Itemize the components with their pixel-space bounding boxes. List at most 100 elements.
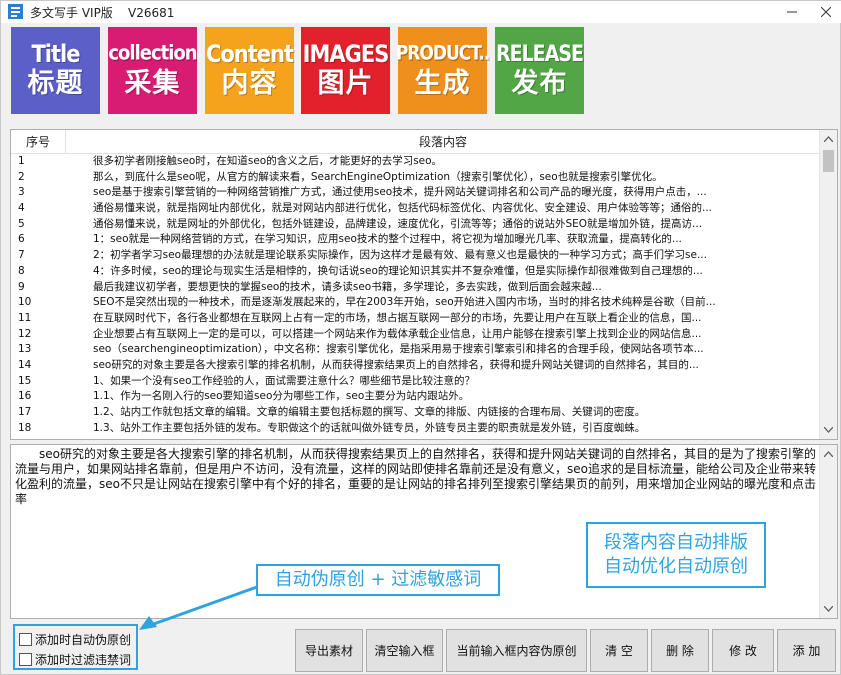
table-row[interactable]: 8 4：许多时候，seo的理论与现实生活是相悖的，换句话说seo的理论知识其实并不… bbox=[11, 264, 820, 280]
table-row[interactable]: 17 1.2、站内工作就包括文章的编辑。文章的编辑主要包括标题的撰写、文章的排版、… bbox=[11, 405, 820, 421]
delete-button[interactable]: 删 除 bbox=[651, 629, 709, 672]
tile-images[interactable]: IMAGES 图片 bbox=[301, 27, 390, 114]
filter-words-label: 添加时过滤违禁词 bbox=[35, 653, 132, 667]
tile-title-en: Title bbox=[31, 39, 80, 68]
tile-content-zh: 内容 bbox=[221, 67, 278, 99]
row-number: 13 bbox=[18, 343, 32, 356]
table-row[interactable]: 12 企业想要占有互联网上一定的是可以，可以搭建一个网站来作为载体承载企业信息，让… bbox=[11, 327, 820, 343]
row-content: 4：许多时候，seo的理论与现实生活是相悖的，换句话说seo的理论知识其实并不复… bbox=[93, 264, 703, 277]
add-options-group: 添加时自动伪原创 添加时过滤违禁词 bbox=[13, 624, 138, 670]
row-content: 那么，到底什么是seo呢，从官方的解读来看，SearchEngineOptimi… bbox=[93, 170, 663, 183]
row-number: 11 bbox=[18, 311, 32, 324]
chevron-up-icon bbox=[824, 450, 833, 457]
row-content: 很多初学者刚接触seo时，在知道seo的含义之后，才能更好的去学习seo。 bbox=[93, 155, 443, 167]
scroll-up-arrow[interactable] bbox=[820, 130, 837, 147]
table-row[interactable]: 6 1：seo就是一种网络营销的方式，在学习知识，应用seo技术的整个过程中，将它… bbox=[11, 232, 820, 248]
row-content: SEO不是突然出现的一种技术，而是逐渐发展起来的，早在2003年开始，seo开始… bbox=[93, 296, 716, 309]
row-content: 通俗易懂来说，就是指网址内部优化，就是对网站内部进行优化，包括代码标签优化、内容… bbox=[93, 202, 713, 215]
tile-collection[interactable]: collection 采集 bbox=[108, 27, 198, 114]
close-icon bbox=[821, 7, 831, 17]
table-row[interactable]: 11 在互联网时代下，各行各业都想在互联网上占有一定的市场，想占据互联网一部分的市… bbox=[11, 311, 820, 327]
minimize-icon bbox=[787, 11, 797, 13]
tile-collection-zh: 采集 bbox=[124, 67, 181, 99]
tile-release-en: RELEASE bbox=[495, 40, 584, 67]
tile-images-zh: 图片 bbox=[317, 67, 374, 99]
tile-collection-en: collection bbox=[108, 40, 197, 65]
table-row[interactable]: 3 seo是基于搜索引擎营销的一种网络营销推广方式，通过使用seo技术，提升网站关… bbox=[11, 185, 820, 201]
tile-product[interactable]: PRODUCT.. 生成 bbox=[395, 27, 490, 114]
editor-scroll-down-arrow[interactable] bbox=[820, 600, 837, 617]
column-header-number[interactable]: 序号 bbox=[11, 130, 66, 154]
tile-content[interactable]: Content 内容 bbox=[205, 27, 294, 114]
auto-pseudo-checkbox[interactable]: 添加时自动伪原创 bbox=[19, 631, 131, 648]
table-row[interactable]: 10 SEO不是突然出现的一种技术，而是逐渐发展起来的，早在2003年开始，seo… bbox=[11, 295, 820, 311]
table-row[interactable]: 7 2：初学者学习seo最理想的办法就是理论联系实际操作，因为这样才是最有效、最有… bbox=[11, 248, 820, 264]
row-number: 17 bbox=[18, 406, 32, 418]
row-number: 4 bbox=[18, 202, 25, 215]
row-content: 1、如果一个没有seo工作经验的人，面试需要注意什么？哪些细节是比较注意的？ bbox=[93, 374, 476, 387]
checkbox-box[interactable] bbox=[19, 633, 32, 646]
editor-scrollbar[interactable] bbox=[819, 445, 837, 618]
table-row[interactable]: 9 最后我建议初学者，要想更快的掌握seo的技术，请多读seo书籍，多学理论，多去… bbox=[11, 280, 820, 296]
filter-words-checkbox[interactable]: 添加时过滤违禁词 bbox=[19, 651, 131, 668]
row-number: 18 bbox=[18, 421, 32, 434]
table-row[interactable]: 4 通俗易懂来说，就是指网址内部优化，就是对网站内部进行优化，包括代码标签优化、内… bbox=[11, 201, 820, 217]
table-row[interactable]: 5 通俗易懂来说，就是网址的外部优化，包括外链建设，品牌建设，速度优化，引流等等；… bbox=[11, 217, 820, 233]
row-number: 1 bbox=[18, 155, 25, 167]
tile-product-en: PRODUCT.. bbox=[395, 42, 490, 65]
feature-callout-format: 段落内容自动排版 自动优化自动原创 bbox=[586, 522, 766, 588]
row-content: 1.3、站外工作主要包括外链的发布。专职做这个的话就叫做外链专员，外链专员主要的… bbox=[93, 421, 646, 434]
tile-release[interactable]: RELEASE 发布 bbox=[495, 27, 584, 114]
editor-scroll-up-arrow[interactable] bbox=[820, 445, 837, 462]
row-number: 3 bbox=[18, 186, 25, 199]
table-row[interactable]: 16 1.1、作为一名刚入行的seo要知道seo分为哪些工作，seo主要分为站内跟… bbox=[11, 389, 820, 405]
row-content: seo（searchengineoptimization），中文名称：搜索引擎优… bbox=[93, 343, 704, 356]
add-button[interactable]: 添 加 bbox=[777, 629, 836, 672]
scroll-down-arrow[interactable] bbox=[820, 421, 837, 438]
checkbox-box[interactable] bbox=[19, 653, 32, 666]
table-row[interactable]: 13 seo（searchengineoptimization），中文名称：搜索引… bbox=[11, 342, 820, 358]
row-content: 2：初学者学习seo最理想的办法就是理论联系实际操作，因为这样才是最有效、最有意… bbox=[93, 249, 707, 262]
tile-title[interactable]: Title 标题 bbox=[11, 27, 100, 114]
table-row[interactable]: 14 seo研究的对象主要是各大搜索引擎的排名机制，从而获得搜索结果页上的自然排名… bbox=[11, 358, 820, 374]
row-number: 9 bbox=[18, 280, 25, 293]
app-logo-icon bbox=[8, 4, 23, 19]
table-header: 序号 段落内容 bbox=[11, 130, 837, 154]
row-number: 6 bbox=[18, 233, 25, 246]
row-content: 1.2、站内工作就包括文章的编辑。文章的编辑主要包括标题的撰写、文章的排版、内链… bbox=[93, 406, 646, 418]
minimize-button[interactable] bbox=[779, 1, 805, 23]
tile-title-zh: 标题 bbox=[27, 67, 84, 99]
callout-arrow-icon bbox=[139, 585, 258, 630]
paragraph-table[interactable]: 序号 段落内容 1 很多初学者刚接触seo时，在知道seo的含义之后，才能更好的去… bbox=[10, 129, 838, 440]
close-button[interactable] bbox=[813, 1, 839, 23]
feature-callout-pseudo: 自动伪原创 + 过滤敏感词 bbox=[256, 564, 500, 596]
table-row[interactable]: 1 很多初学者刚接触seo时，在知道seo的含义之后，才能更好的去学习seo。 bbox=[11, 154, 820, 170]
row-number: 12 bbox=[18, 327, 32, 340]
row-content: 1.1、作为一名刚入行的seo要知道seo分为哪些工作，seo主要分为站内跟站外… bbox=[93, 390, 470, 403]
row-content: 最后我建议初学者，要想更快的掌握seo的技术，请多读seo书籍，多学理论，多去实… bbox=[93, 280, 602, 293]
clear-input-button[interactable]: 清空输入框 bbox=[366, 629, 443, 672]
table-scrollbar[interactable] bbox=[819, 130, 837, 439]
chevron-down-icon bbox=[824, 605, 833, 612]
title-bar: 多文写手 VIP版 V26681 bbox=[1, 1, 841, 23]
tile-product-zh: 生成 bbox=[414, 67, 471, 99]
table-body: 1 很多初学者刚接触seo时，在知道seo的含义之后，才能更好的去学习seo。 2 那… bbox=[11, 154, 820, 439]
export-button[interactable]: 导出素材 bbox=[295, 629, 363, 672]
row-content: seo研究的对象主要是各大搜索引擎的排名机制，从而获得搜索结果页上的自然排名，获… bbox=[93, 358, 699, 371]
row-number: 16 bbox=[18, 390, 32, 403]
clear-button[interactable]: 清 空 bbox=[590, 629, 648, 672]
row-number: 7 bbox=[18, 249, 25, 262]
pseudo-current-button[interactable]: 当前输入框内容伪原创 bbox=[446, 629, 587, 672]
chevron-up-icon bbox=[824, 135, 833, 142]
table-row[interactable]: 18 1.3、站外工作主要包括外链的发布。专职做这个的话就叫做外链专员，外链专员主… bbox=[11, 421, 820, 437]
modify-button[interactable]: 修 改 bbox=[712, 629, 774, 672]
row-number: 5 bbox=[18, 217, 25, 230]
table-row[interactable]: 2 那么，到底什么是seo呢，从官方的解读来看，SearchEngineOptim… bbox=[11, 170, 820, 186]
row-number: 8 bbox=[18, 264, 25, 277]
row-number: 14 bbox=[18, 358, 32, 371]
tile-images-en: IMAGES bbox=[302, 39, 390, 68]
scroll-thumb[interactable] bbox=[823, 150, 834, 172]
content-input-text[interactable]: seo研究的对象主要是各大搜索引擎的排名机制，从而获得搜索结果页上的自然排名，获… bbox=[15, 447, 817, 507]
table-row[interactable]: 15 1、如果一个没有seo工作经验的人，面试需要注意什么？哪些细节是比较注意的？ bbox=[11, 374, 820, 390]
column-header-content[interactable]: 段落内容 bbox=[66, 130, 820, 154]
